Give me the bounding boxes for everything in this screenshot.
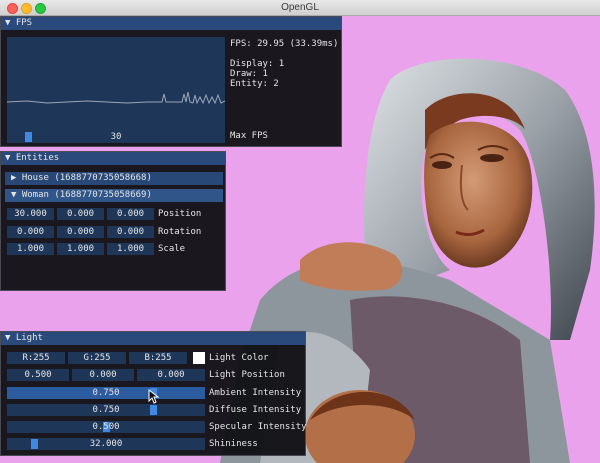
light-color-b-field[interactable]: B:255 [129, 352, 187, 364]
fps-text: FPS: 29.95 (33.39ms) [230, 39, 339, 49]
entity-count: Entity: 2 [230, 79, 279, 89]
light-position-z-field[interactable]: 0.000 [137, 369, 205, 381]
scale-x-field[interactable]: 1.000 [7, 243, 54, 255]
light-color-r-field[interactable]: R:255 [7, 352, 65, 364]
light-color-g-field[interactable]: G:255 [68, 352, 126, 364]
ambient-intensity-label: Ambient Intensity [209, 388, 302, 398]
diffuse-intensity-grab[interactable] [149, 405, 157, 415]
position-y-field[interactable]: 0.000 [57, 208, 104, 220]
light-position-y-field[interactable]: 0.000 [72, 369, 134, 381]
entity-header-house[interactable]: ▶ House (1688770735058668) [5, 172, 223, 185]
diffuse-intensity-label: Diffuse Intensity [209, 405, 302, 415]
position-label: Position [158, 209, 202, 219]
light-color-swatch[interactable] [193, 352, 205, 364]
diffuse-intensity-value: 0.750 [92, 405, 120, 415]
fps-panel-title[interactable]: ▼ FPS [1, 17, 341, 30]
max-fps-label: Max FPS [230, 131, 268, 141]
rotation-x-field[interactable]: 0.000 [7, 226, 54, 238]
mouse-cursor [148, 389, 160, 404]
scale-y-field[interactable]: 1.000 [57, 243, 104, 255]
specular-intensity-label: Specular Intensity [209, 422, 307, 432]
shininess-value: 32.000 [89, 439, 123, 449]
frame-time-graph [7, 37, 225, 139]
rotation-label: Rotation [158, 227, 202, 237]
entities-panel-title[interactable]: ▼ Entities [1, 152, 225, 165]
shininess-slider[interactable]: 32.000 [7, 438, 205, 450]
position-x-field[interactable]: 30.000 [7, 208, 54, 220]
rotation-y-field[interactable]: 0.000 [57, 226, 104, 238]
specular-intensity-slider[interactable]: 0.500 [7, 421, 205, 433]
max-fps-slider[interactable]: 30 [7, 131, 225, 143]
scale-label: Scale [158, 244, 186, 254]
ambient-intensity-slider[interactable]: 0.750 [7, 387, 205, 399]
max-fps-value: 30 [110, 132, 122, 142]
fps-panel: ▼ FPS FPS: 29.95 (33.39ms) Display: 1 Dr… [0, 16, 342, 147]
ambient-intensity-value: 0.750 [92, 388, 120, 398]
window-title: OpenGL [281, 2, 319, 13]
light-color-label: Light Color [209, 353, 269, 363]
rotation-z-field[interactable]: 0.000 [107, 226, 154, 238]
scale-z-field[interactable]: 1.000 [107, 243, 154, 255]
diffuse-intensity-slider[interactable]: 0.750 [7, 404, 205, 416]
shininess-grab[interactable] [30, 439, 38, 449]
position-z-field[interactable]: 0.000 [107, 208, 154, 220]
max-fps-slider-grab[interactable] [24, 132, 32, 142]
light-position-label: Light Position [209, 370, 285, 380]
entities-panel: ▼ Entities ▶ House (1688770735058668) ▼ … [0, 151, 226, 291]
light-panel-title[interactable]: ▼ Light [1, 332, 305, 345]
window-title-bar: OpenGL [0, 0, 600, 16]
light-panel: ▼ Light R:255 G:255 B:255 Light Color 0.… [0, 331, 307, 456]
light-position-x-field[interactable]: 0.500 [7, 369, 69, 381]
shininess-label: Shininess [209, 439, 258, 449]
entity-header-woman[interactable]: ▼ Woman (1688770735058669) [5, 189, 223, 202]
specular-intensity-value: 0.500 [92, 422, 120, 432]
